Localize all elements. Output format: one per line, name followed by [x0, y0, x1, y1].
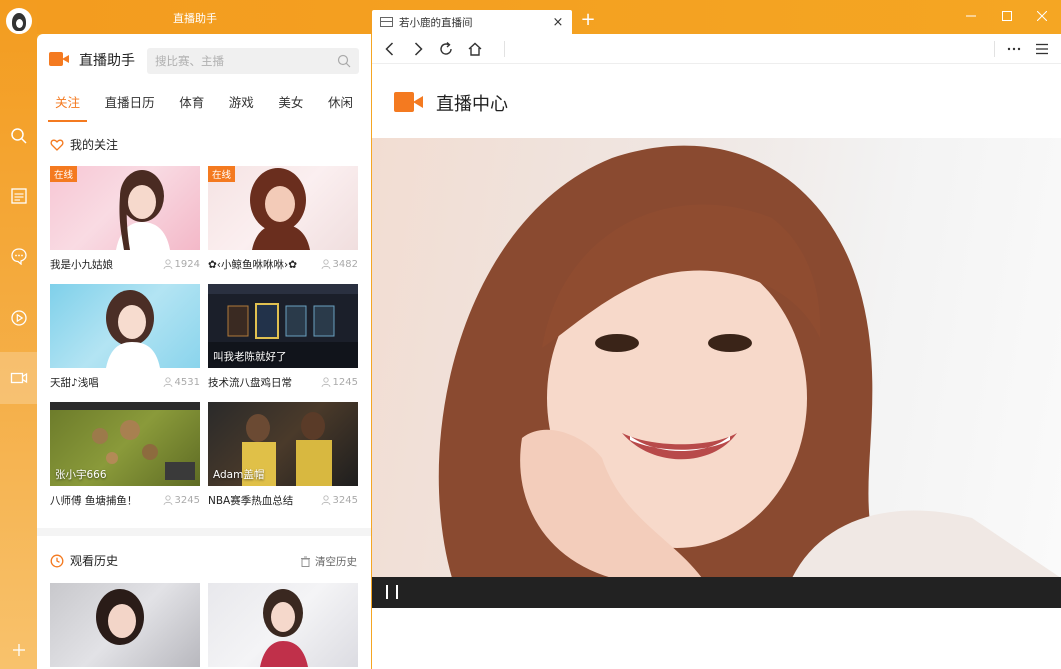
- streamer-name: ✿‹小鲸鱼咻咻咻›✿: [208, 258, 297, 271]
- streamer-name: NBA赛季热血总结: [208, 494, 294, 507]
- tab-page-icon: [380, 17, 393, 27]
- streamer-name: 八师傅 鱼塘捕鱼！: [50, 494, 138, 507]
- user-icon: [321, 495, 330, 505]
- viewer-count: 1245: [321, 377, 358, 388]
- camera-logo-icon: [49, 52, 71, 68]
- online-badge: 在线: [50, 166, 78, 182]
- follow-title: 我的关注: [70, 138, 119, 152]
- toolbar-separator: [994, 41, 995, 57]
- tab-close-icon[interactable]: ×: [552, 15, 564, 30]
- pause-icon[interactable]: [386, 585, 398, 599]
- stream-thumbnail: 张小宇666: [50, 402, 200, 486]
- panel-title: 直播助手: [79, 53, 135, 69]
- thumbnail-caption: 张小宇666: [55, 469, 107, 481]
- panel-header: 直播助手: [49, 50, 135, 70]
- heart-icon: [50, 139, 64, 151]
- history-section-header: 观看历史: [50, 552, 118, 569]
- search-icon[interactable]: [0, 110, 37, 162]
- stream-thumbnail: [50, 284, 200, 368]
- browser-toolbar: [372, 34, 1061, 64]
- viewer-count: 3245: [321, 495, 358, 506]
- back-icon[interactable]: [380, 39, 400, 59]
- stream-thumbnail: Adam盖帽: [208, 402, 358, 486]
- live-center-header: 直播中心: [394, 90, 508, 116]
- stream-card[interactable]: 天甜♪浅唱 4531: [50, 284, 200, 390]
- user-icon: [163, 495, 172, 505]
- browser-view: 直播中心: [372, 34, 1061, 669]
- search-input[interactable]: 搜比赛、主播: [147, 48, 359, 74]
- tab-calendar[interactable]: 直播日历: [99, 90, 161, 116]
- maximize-icon[interactable]: [999, 8, 1015, 24]
- viewer-count: 1924: [163, 259, 200, 270]
- new-tab-button[interactable]: +: [580, 10, 596, 30]
- add-icon[interactable]: [0, 624, 37, 669]
- stream-thumbnail: 在线: [208, 166, 358, 250]
- menu-icon[interactable]: [1032, 39, 1052, 59]
- search-icon[interactable]: [337, 54, 351, 68]
- more-icon[interactable]: [1004, 39, 1024, 59]
- browser-tab[interactable]: 若小鹿的直播间 ×: [372, 10, 572, 34]
- news-icon[interactable]: [0, 170, 37, 222]
- tab-leisure[interactable]: 休闲: [322, 90, 359, 116]
- stream-card[interactable]: 在线 ✿‹小鲸鱼咻咻咻›✿ 3482: [208, 166, 358, 272]
- search-placeholder: 搜比赛、主播: [155, 54, 224, 68]
- tab-games[interactable]: 游戏: [223, 90, 260, 116]
- tab-follow[interactable]: 关注: [47, 90, 88, 122]
- stream-card[interactable]: 在线 我是小九姑娘 1924: [50, 166, 200, 272]
- history-thumbnail: [50, 583, 200, 667]
- section-divider: [37, 528, 371, 536]
- history-title: 观看历史: [70, 554, 119, 568]
- streamer-name: 技术流八盘鸡日常: [208, 376, 292, 389]
- history-card[interactable]: [50, 583, 200, 667]
- live-center-title: 直播中心: [436, 94, 508, 115]
- streamer-name: 我是小九姑娘: [50, 258, 113, 271]
- home-icon[interactable]: [465, 39, 485, 59]
- refresh-icon[interactable]: [436, 39, 456, 59]
- stream-thumbnail: 叫我老陈就好了: [208, 284, 358, 368]
- camera-icon[interactable]: [0, 352, 37, 404]
- toolbar-separator: [504, 41, 505, 57]
- camera-logo-icon: [394, 92, 424, 114]
- thumbnail-caption: Adam盖帽: [213, 469, 265, 481]
- stream-thumbnail: 在线: [50, 166, 200, 250]
- stream-card[interactable]: 叫我老陈就好了 技术流八盘鸡日常 1245: [208, 284, 358, 390]
- thumbnail-caption: 叫我老陈就好了: [213, 351, 287, 363]
- streamer-name: 天甜♪浅唱: [50, 376, 99, 389]
- history-thumbnail: [208, 583, 358, 667]
- clock-icon: [50, 554, 64, 567]
- tab-beauty[interactable]: 美女: [272, 90, 309, 116]
- play-icon[interactable]: [0, 292, 37, 344]
- tab-label: 若小鹿的直播间: [399, 16, 473, 29]
- category-tabs: 关注 直播日历 体育 游戏 美女 休闲: [47, 90, 359, 122]
- history-card[interactable]: [208, 583, 358, 667]
- viewer-count: 4531: [163, 377, 200, 388]
- user-icon: [321, 377, 330, 387]
- tab-sports[interactable]: 体育: [173, 90, 210, 116]
- forward-icon[interactable]: [408, 39, 428, 59]
- follow-section-header: 我的关注: [50, 136, 118, 153]
- viewer-count: 3245: [163, 495, 200, 506]
- user-icon: [163, 259, 172, 269]
- close-window-icon[interactable]: [1034, 8, 1050, 24]
- app-title: 直播助手: [173, 12, 217, 25]
- user-icon: [321, 259, 330, 269]
- online-badge: 在线: [208, 166, 236, 182]
- live-assistant-panel: 直播助手 搜比赛、主播 关注 直播日历 体育 游戏 美女 休闲 我的关注 在线 …: [37, 34, 371, 669]
- stream-card[interactable]: 张小宇666 八师傅 鱼塘捕鱼！ 3245: [50, 402, 200, 508]
- trash-icon: [301, 556, 310, 567]
- minimize-icon[interactable]: [963, 8, 979, 24]
- user-icon: [163, 377, 172, 387]
- user-avatar[interactable]: [6, 8, 32, 34]
- stream-card[interactable]: Adam盖帽 NBA赛季热血总结 3245: [208, 402, 358, 508]
- clear-history-button[interactable]: 清空历史: [300, 554, 357, 569]
- chat-icon[interactable]: [0, 230, 37, 282]
- video-controls: [372, 577, 1061, 608]
- video-player[interactable]: [372, 138, 1061, 578]
- viewer-count: 3482: [321, 259, 358, 270]
- side-rail: [0, 0, 37, 669]
